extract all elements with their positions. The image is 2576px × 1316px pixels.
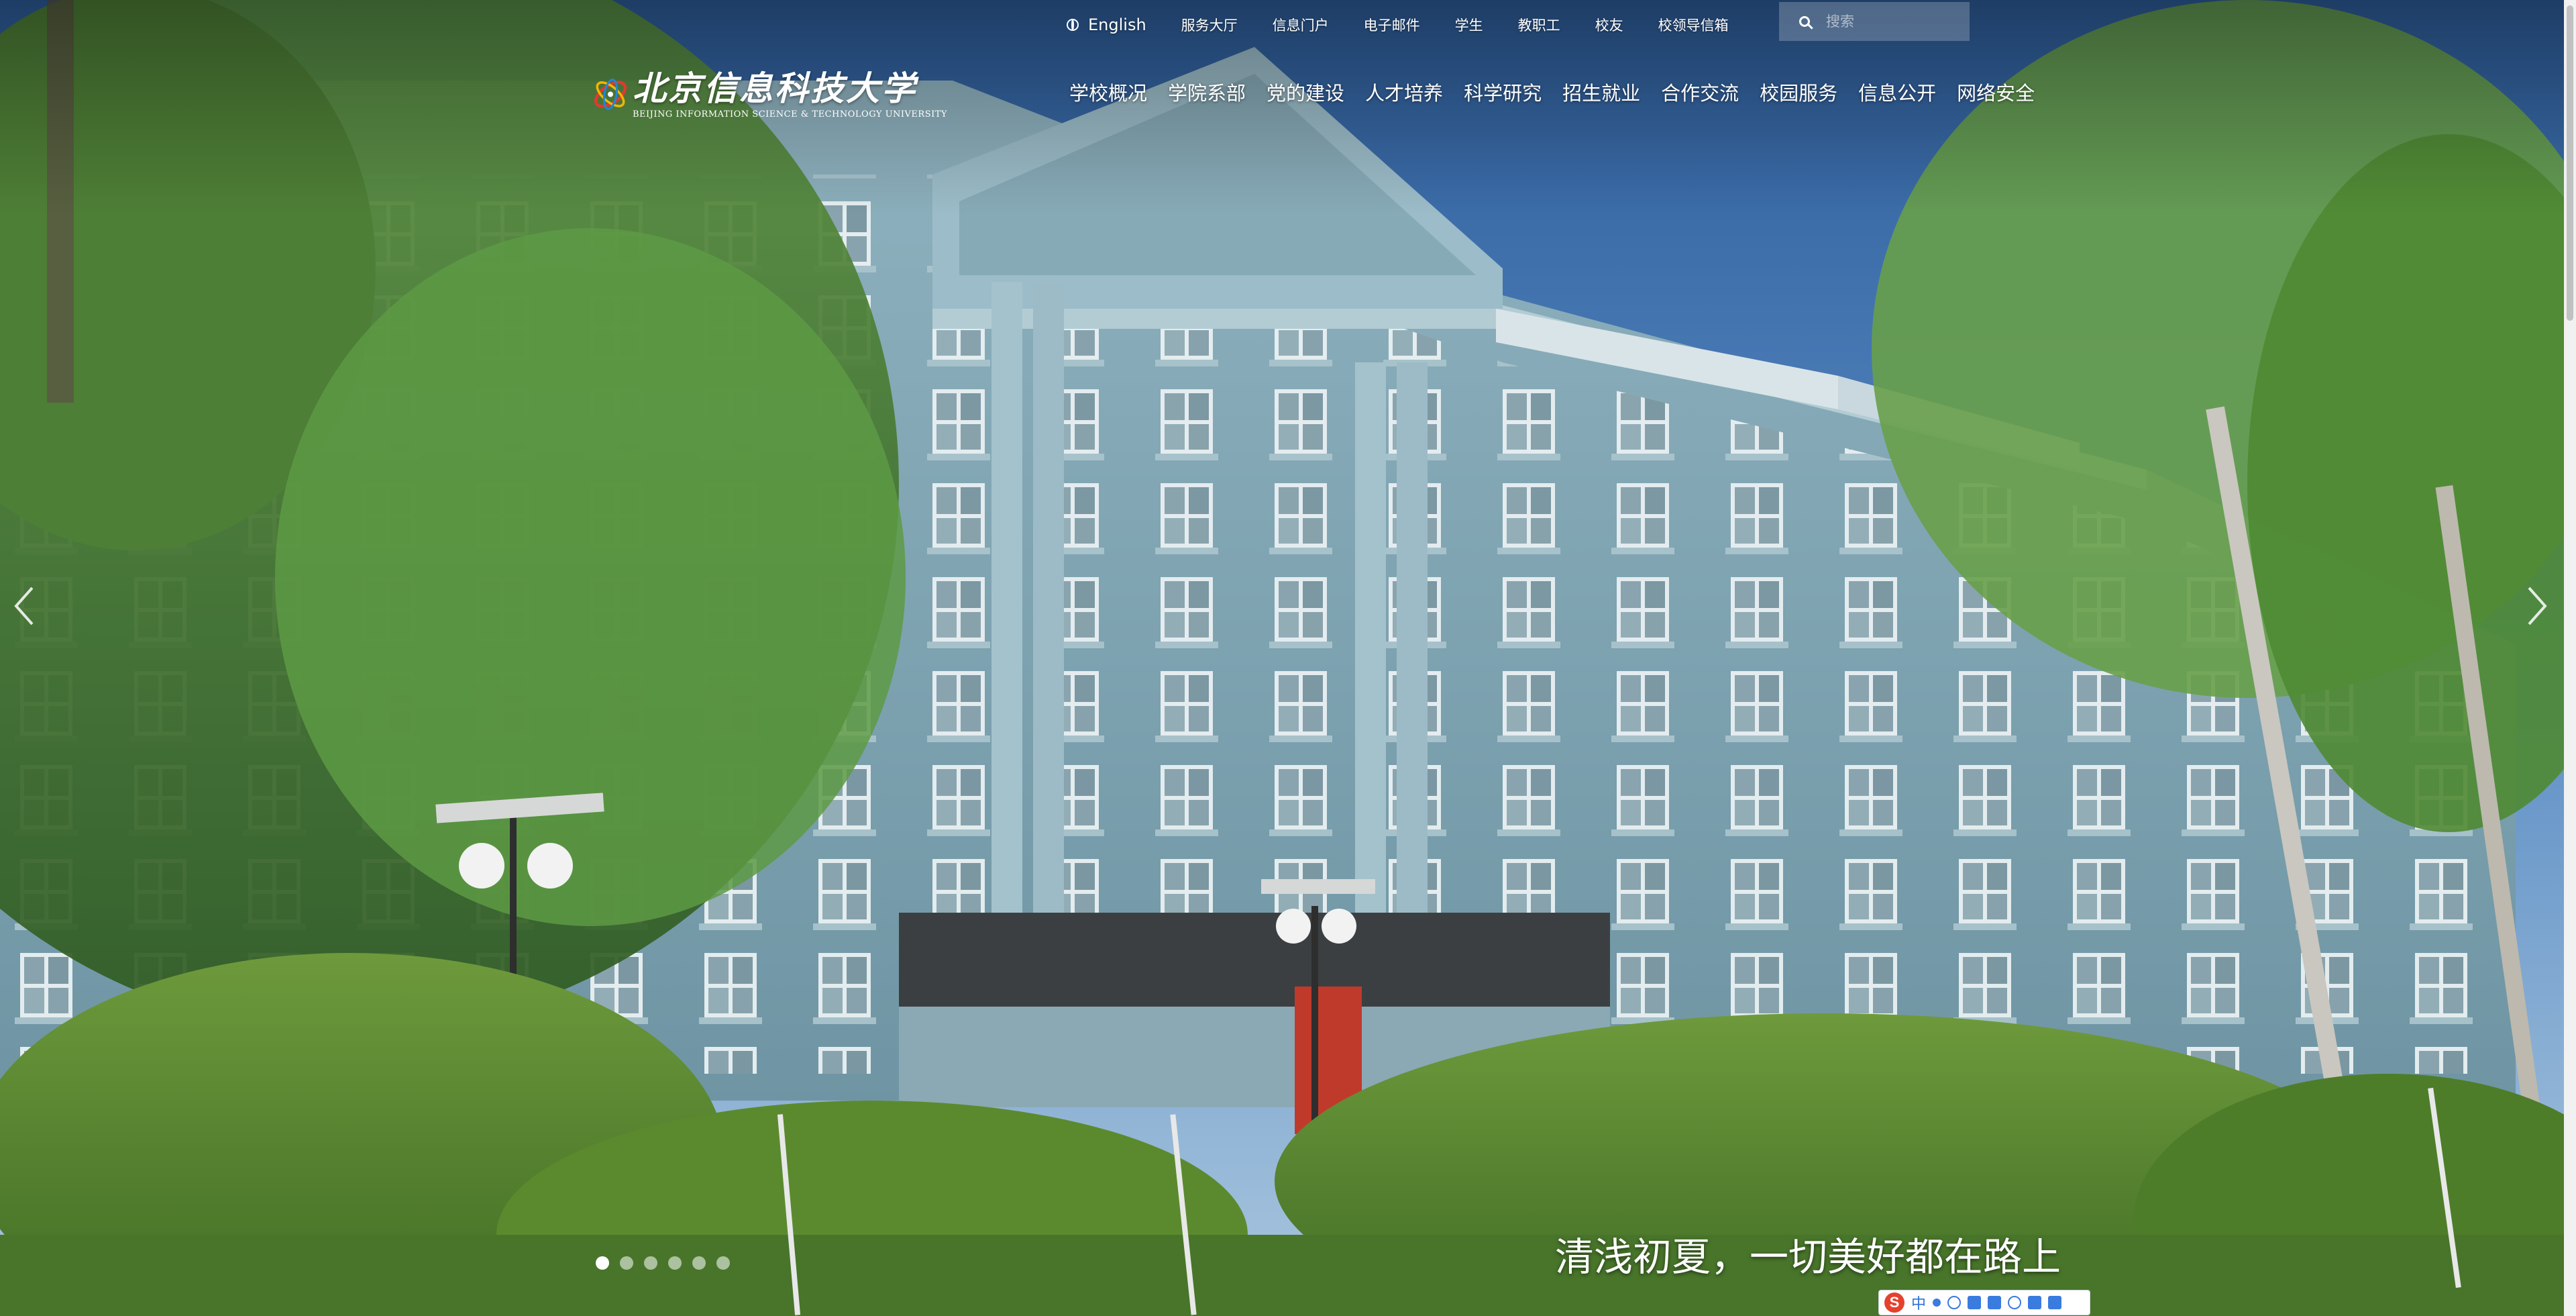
link-info-portal[interactable]: 信息门户: [1273, 15, 1329, 35]
slider-next-button[interactable]: [2522, 583, 2552, 629]
scrollbar-thumb[interactable]: [2567, 5, 2573, 321]
search-input[interactable]: [1825, 13, 1962, 30]
ime-user-icon[interactable]: [2008, 1296, 2022, 1309]
university-logo[interactable]: 北京信息科技大学 BEIJING INFORMATION SCIENCE & T…: [590, 52, 947, 136]
link-students[interactable]: 学生: [1455, 15, 1483, 35]
logo-emblem-icon: [594, 79, 627, 110]
ime-mode-toggle[interactable]: 中: [1911, 1292, 1926, 1313]
slider-pagination: [596, 1256, 730, 1270]
link-leader-mailbox[interactable]: 校领导信箱: [1658, 15, 1729, 35]
slider-dot[interactable]: [644, 1256, 657, 1270]
slider-dot[interactable]: [716, 1256, 730, 1270]
link-staff[interactable]: 教职工: [1518, 15, 1560, 35]
link-service-hall[interactable]: 服务大厅: [1181, 15, 1238, 35]
globe-icon: [1067, 19, 1079, 31]
link-alumni[interactable]: 校友: [1595, 15, 1623, 35]
nav-item-cybersecurity[interactable]: 网络安全: [1957, 78, 2035, 106]
main-nav: 学校概况 学院系部 党的建设 人才培养 科学研究 招生就业 合作交流 校园服务 …: [1069, 75, 2035, 109]
nav-item-cooperation[interactable]: 合作交流: [1661, 78, 1739, 106]
ime-toolbar: S 中: [1878, 1290, 2090, 1315]
nav-item-about[interactable]: 学校概况: [1069, 78, 1147, 106]
logo-cn-text: 北京信息科技大学: [632, 68, 917, 108]
utility-bar: English 服务大厅 信息门户 电子邮件 学生 教职工 校友 校领导信箱: [1067, 9, 1764, 40]
slider-dot[interactable]: [668, 1256, 682, 1270]
nav-item-disclosure[interactable]: 信息公开: [1858, 78, 1936, 106]
slide-caption: 清浅初夏，一切美好都在路上: [1555, 1234, 2061, 1280]
slider-prev-button[interactable]: [9, 583, 39, 629]
nav-item-research[interactable]: 科学研究: [1464, 78, 1542, 106]
english-label: English: [1088, 15, 1146, 34]
nav-item-campus-services[interactable]: 校园服务: [1760, 78, 1837, 106]
logo-en-text: BEIJING INFORMATION SCIENCE & TECHNOLOGY…: [632, 109, 947, 119]
ime-emoji-icon[interactable]: [1947, 1296, 1962, 1309]
ime-brand-icon[interactable]: S: [1884, 1293, 1904, 1313]
chevron-left-icon: [14, 587, 34, 625]
slider-dot[interactable]: [620, 1256, 633, 1270]
nav-item-schools[interactable]: 学院系部: [1168, 78, 1246, 106]
slider-dot[interactable]: [692, 1256, 706, 1270]
search-icon[interactable]: [1799, 16, 1810, 27]
nav-item-admissions[interactable]: 招生就业: [1562, 78, 1640, 106]
ime-punctuation-icon[interactable]: [1933, 1299, 1941, 1307]
page: English 服务大厅 信息门户 电子邮件 学生 教职工 校友 校领导信箱 北…: [0, 0, 2576, 1316]
nav-item-education[interactable]: 人才培养: [1365, 78, 1443, 106]
ime-keyboard-icon[interactable]: [1988, 1296, 2002, 1309]
slider-dot[interactable]: [596, 1256, 609, 1270]
hero-slide-image: [0, 0, 2564, 1316]
ime-menu-icon[interactable]: [2048, 1296, 2062, 1309]
english-link[interactable]: English: [1067, 15, 1146, 34]
ime-skin-icon[interactable]: [2028, 1296, 2042, 1309]
search-box: [1779, 2, 1970, 41]
ime-voice-icon[interactable]: [1968, 1296, 1982, 1309]
page-scrollbar[interactable]: [2564, 0, 2576, 1316]
link-email[interactable]: 电子邮件: [1364, 15, 1420, 35]
nav-item-party[interactable]: 党的建设: [1267, 78, 1344, 106]
chevron-right-icon: [2528, 587, 2547, 625]
